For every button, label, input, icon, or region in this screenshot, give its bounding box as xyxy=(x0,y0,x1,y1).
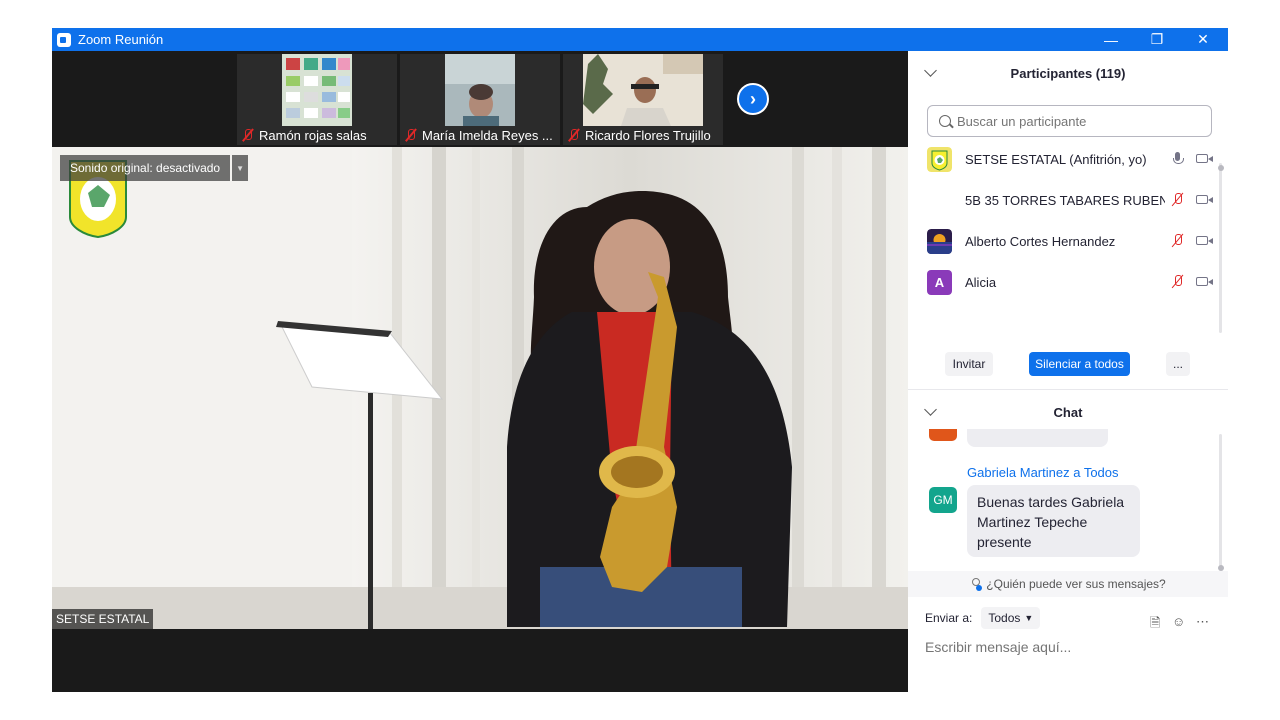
zoom-app-icon xyxy=(57,32,71,47)
participant-name: María Imelda Reyes ... xyxy=(422,127,553,143)
participant-name: Ramón rojas salas xyxy=(259,127,367,143)
thumbnail-strip: Ramón rojas salas María Imelda Reyes ... xyxy=(52,51,908,147)
video-camera-icon[interactable] xyxy=(1196,195,1213,204)
participant-name: Ricardo Flores Trujillo xyxy=(585,127,711,143)
chevron-down-icon: ▼ xyxy=(1024,613,1034,623)
speaker-name-tag: SETSE ESTATAL xyxy=(52,609,154,629)
thumbnail-label: Ricardo Flores Trujillo xyxy=(563,125,723,145)
thumbnail-video xyxy=(583,54,703,126)
restore-button[interactable]: ❐ xyxy=(1134,28,1180,51)
minimize-button[interactable]: — xyxy=(1088,28,1134,51)
mic-muted-icon xyxy=(241,128,255,142)
participant-row[interactable]: 5B 35 TORRES TABARES RUBEN ... xyxy=(927,183,1217,217)
more-options-button[interactable]: ... xyxy=(1166,352,1190,376)
search-icon xyxy=(939,115,951,127)
scrollbar-thumb[interactable] xyxy=(1218,165,1224,171)
participants-title: Participantes (119) xyxy=(1010,65,1126,81)
shield-avatar-icon xyxy=(927,146,952,172)
close-button[interactable]: ✕ xyxy=(1180,28,1226,51)
avatar: A xyxy=(927,269,952,295)
chevron-right-icon: › xyxy=(750,88,756,109)
send-to-row: Enviar a: Todos ▼ xyxy=(925,607,1041,629)
microphone-muted-icon[interactable] xyxy=(1171,275,1185,289)
speaker-video-frame xyxy=(52,147,908,629)
window-title: Zoom Reunión xyxy=(78,32,164,47)
participants-header: Participantes (119) xyxy=(908,58,1228,88)
title-bar: Zoom Reunión — ❐ ✕ xyxy=(52,28,1228,51)
thumbnail-video xyxy=(282,54,352,126)
participant-search[interactable] xyxy=(927,105,1212,137)
chat-sender[interactable]: Gabriela Martinez a Todos xyxy=(967,465,1119,480)
participant-row[interactable]: SETSE ESTATAL (Anfitrión, yo) xyxy=(927,142,1217,176)
chat-title: Chat xyxy=(1053,404,1083,420)
mute-all-button[interactable]: Silenciar a todos xyxy=(1029,352,1130,376)
thumbnail-label: María Imelda Reyes ... xyxy=(400,125,560,145)
invite-button[interactable]: Invitar xyxy=(945,352,993,376)
avatar: GM xyxy=(929,487,957,513)
person-visibility-icon xyxy=(970,578,983,591)
chat-header: Chat xyxy=(908,397,1228,427)
participant-thumbnail[interactable]: Ricardo Flores Trujillo xyxy=(563,54,723,145)
search-input[interactable] xyxy=(957,113,1197,129)
more-icon[interactable]: ⋯ xyxy=(1196,614,1209,630)
send-to-label: Enviar a: xyxy=(925,611,973,625)
participant-name: Alberto Cortes Hernandez xyxy=(965,233,1116,249)
participant-name: 5B 35 TORRES TABARES RUBEN ... xyxy=(965,192,1165,208)
mic-muted-icon xyxy=(567,128,581,142)
sunset-avatar-icon xyxy=(927,228,952,254)
participant-row[interactable]: A Alicia xyxy=(927,265,1217,299)
zoom-window: Zoom Reunión — ❐ ✕ Ramón rojas salas Mar… xyxy=(52,28,1228,692)
video-area: Ramón rojas salas María Imelda Reyes ... xyxy=(52,51,908,692)
file-icon[interactable]: 🗎 xyxy=(1150,614,1160,636)
chevron-down-icon[interactable]: ▼ xyxy=(232,155,249,181)
chat-scrollbar[interactable] xyxy=(1219,434,1222,569)
recipient-dropdown[interactable]: Todos ▼ xyxy=(981,607,1041,629)
recipient-value: Todos xyxy=(988,611,1021,625)
who-can-see-label[interactable]: ¿Quién puede ver sus mensajes? xyxy=(986,577,1165,591)
mic-muted-icon xyxy=(404,128,418,142)
original-sound-toggle[interactable]: Sonido original: desactivado ▼ xyxy=(60,155,249,181)
avatar xyxy=(927,188,952,213)
participant-name: Alicia xyxy=(965,274,997,290)
participant-thumbnail[interactable]: María Imelda Reyes ... xyxy=(400,54,560,145)
who-can-see-messages-link[interactable]: ¿Quién puede ver sus mensajes? xyxy=(908,571,1228,597)
chevron-down-icon[interactable] xyxy=(924,64,937,77)
video-camera-icon[interactable] xyxy=(1196,236,1213,245)
avatar xyxy=(929,429,957,441)
original-sound-label[interactable]: Sonido original: desactivado xyxy=(60,155,231,181)
video-camera-icon[interactable] xyxy=(1196,154,1213,163)
chat-bubble-previous xyxy=(967,429,1108,447)
video-camera-icon[interactable] xyxy=(1196,277,1213,286)
thumbnail-label: Ramón rojas salas xyxy=(237,125,397,145)
active-speaker-video: Sonido original: desactivado ▼ SETSE EST… xyxy=(52,147,908,629)
divider xyxy=(908,389,1228,390)
participant-thumbnail[interactable]: Ramón rojas salas xyxy=(237,54,397,145)
next-page-button[interactable]: › xyxy=(737,83,769,115)
chat-message-input[interactable] xyxy=(925,635,1215,659)
participants-scrollbar[interactable] xyxy=(1219,163,1222,333)
participant-row[interactable]: Alberto Cortes Hernandez xyxy=(927,224,1217,258)
participant-name: SETSE ESTATAL (Anfitrión, yo) xyxy=(965,151,1147,167)
thumbnail-video xyxy=(445,54,515,126)
microphone-muted-icon[interactable] xyxy=(1171,193,1185,207)
microphone-muted-icon[interactable] xyxy=(1171,234,1185,248)
emoji-icon[interactable]: ☺ xyxy=(1172,614,1185,629)
chat-message: Buenas tardes Gabriela Martinez Tepeche … xyxy=(967,485,1140,557)
microphone-icon[interactable] xyxy=(1171,152,1185,166)
chevron-down-icon[interactable] xyxy=(924,403,937,416)
side-panel: Participantes (119) SETSE ESTATAL (Anfit… xyxy=(908,51,1228,692)
